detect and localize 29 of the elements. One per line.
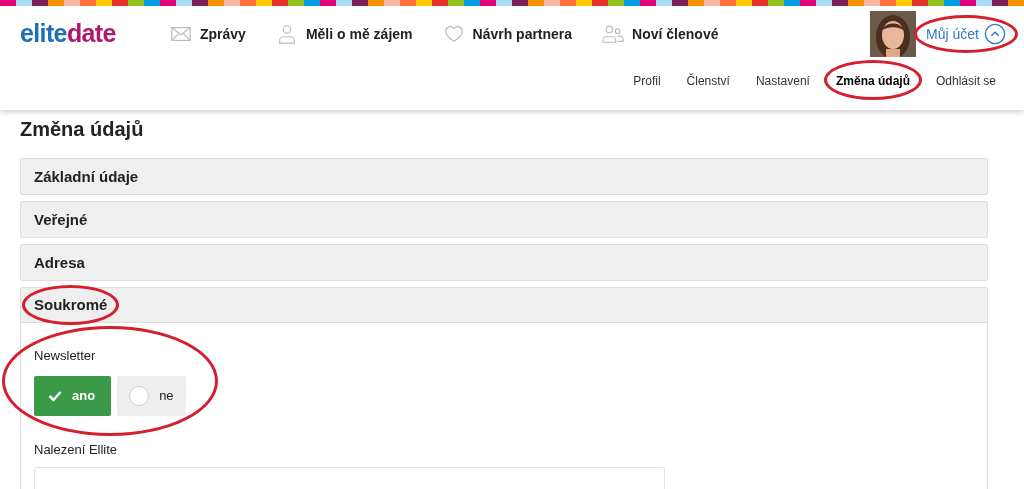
section-title: Soukromé xyxy=(34,296,108,313)
subnav-link[interactable]: Profil xyxy=(633,74,661,88)
choice-button[interactable]: ne xyxy=(117,375,186,416)
logo[interactable]: elitedate xyxy=(20,15,170,53)
nav-link[interactable]: Měli o mě zájem xyxy=(305,23,413,45)
field-label: Newsletter xyxy=(34,347,97,365)
subnav-link[interactable]: Změna údajů xyxy=(835,74,910,88)
heart-icon xyxy=(442,23,465,45)
section-title: Základní údaje xyxy=(34,167,139,185)
section-title: Veřejné xyxy=(34,210,88,228)
account-link[interactable]: Můj účet xyxy=(926,23,979,45)
nav-link[interactable]: Noví členové xyxy=(632,23,719,45)
choice-button[interactable]: ano xyxy=(34,375,112,416)
page-title: Změna údajů xyxy=(20,117,145,142)
section-header[interactable]: Základní údaje xyxy=(21,159,987,194)
radio-icon xyxy=(129,385,150,406)
check-icon xyxy=(48,388,62,403)
subnav-link[interactable]: Odhlásit se xyxy=(935,74,996,88)
section-header[interactable]: Soukromé xyxy=(21,288,987,323)
section-header[interactable]: Adresa xyxy=(21,245,987,280)
subnav-link[interactable]: Členství xyxy=(686,74,730,88)
section-title: Adresa xyxy=(34,253,85,271)
field-label: Nalezení Ellite xyxy=(34,440,119,459)
nav-link[interactable]: Zprávy xyxy=(200,23,246,45)
nav-link[interactable]: Návrh partnera xyxy=(472,23,573,45)
people-icon xyxy=(602,23,625,45)
subnav-link[interactable]: Nastavení xyxy=(755,74,810,88)
chevron-up-icon[interactable] xyxy=(984,23,1006,45)
section-header[interactable]: Veřejné xyxy=(21,202,987,237)
